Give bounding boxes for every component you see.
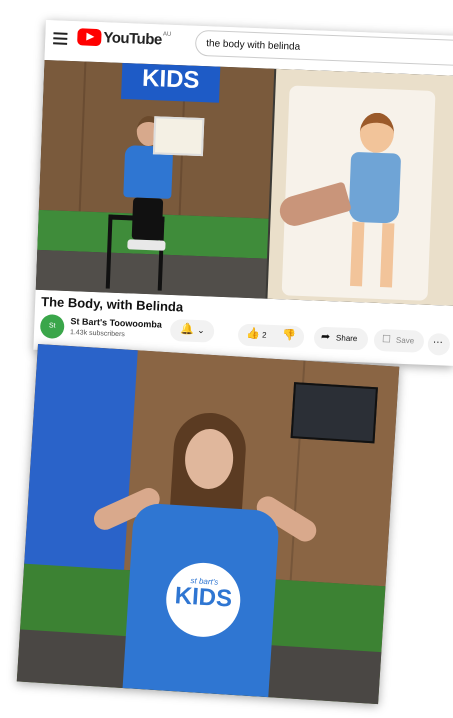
share-label: Share: [335, 333, 358, 344]
subscriber-count: 1.43k subscribers: [69, 329, 125, 339]
save-button[interactable]: ☐ Save: [373, 328, 425, 353]
youtube-play-icon: [77, 28, 102, 47]
like-dislike-button[interactable]: 👍 2 👎: [237, 323, 305, 349]
region-code: AU: [162, 31, 172, 38]
video-title: The Body, with Belinda: [40, 294, 184, 315]
more-dots-icon: ⋯: [432, 337, 444, 349]
held-book: [152, 116, 205, 157]
illustration-head: [359, 112, 395, 154]
save-label: Save: [395, 335, 415, 346]
bell-icon: 🔔: [179, 323, 195, 336]
thumbs-down-icon: 👎: [281, 329, 296, 342]
chevron-down-icon: ⌄: [197, 325, 205, 336]
youtube-screenshot: YouTube AU the body with belinda KIDS Th…: [33, 20, 453, 366]
like-count: 2: [261, 330, 267, 340]
thumbs-up-icon: 👍: [245, 327, 261, 341]
illustration-torso: [348, 151, 402, 224]
channel-avatar[interactable]: St Bart's: [39, 314, 65, 354]
youtube-logo[interactable]: YouTube AU: [77, 28, 171, 49]
search-input[interactable]: the body with belinda: [194, 29, 453, 67]
more-options-button[interactable]: ⋯: [427, 332, 451, 356]
video-player[interactable]: KIDS: [35, 59, 453, 306]
presenter-legs: [131, 197, 164, 241]
notification-button[interactable]: 🔔 ⌄: [169, 319, 215, 343]
share-icon: ➦: [320, 330, 331, 344]
shirt-logo-big-text: KIDS: [173, 582, 233, 613]
channel-name[interactable]: St Bart's Toowoomba: [70, 316, 162, 330]
illustration-legs: [350, 221, 395, 288]
presenter-shoes: [127, 239, 166, 251]
video-still-photo: st bart's KIDS: [16, 344, 400, 705]
youtube-logo-text: YouTube: [103, 29, 163, 49]
hamburger-menu-icon[interactable]: [53, 32, 68, 45]
video-screen-sign: KIDS: [121, 62, 221, 103]
bookmark-icon: ☐: [381, 334, 392, 346]
presenter-dancing: st bart's KIDS: [75, 396, 333, 700]
share-button[interactable]: ➦ Share: [313, 326, 369, 351]
